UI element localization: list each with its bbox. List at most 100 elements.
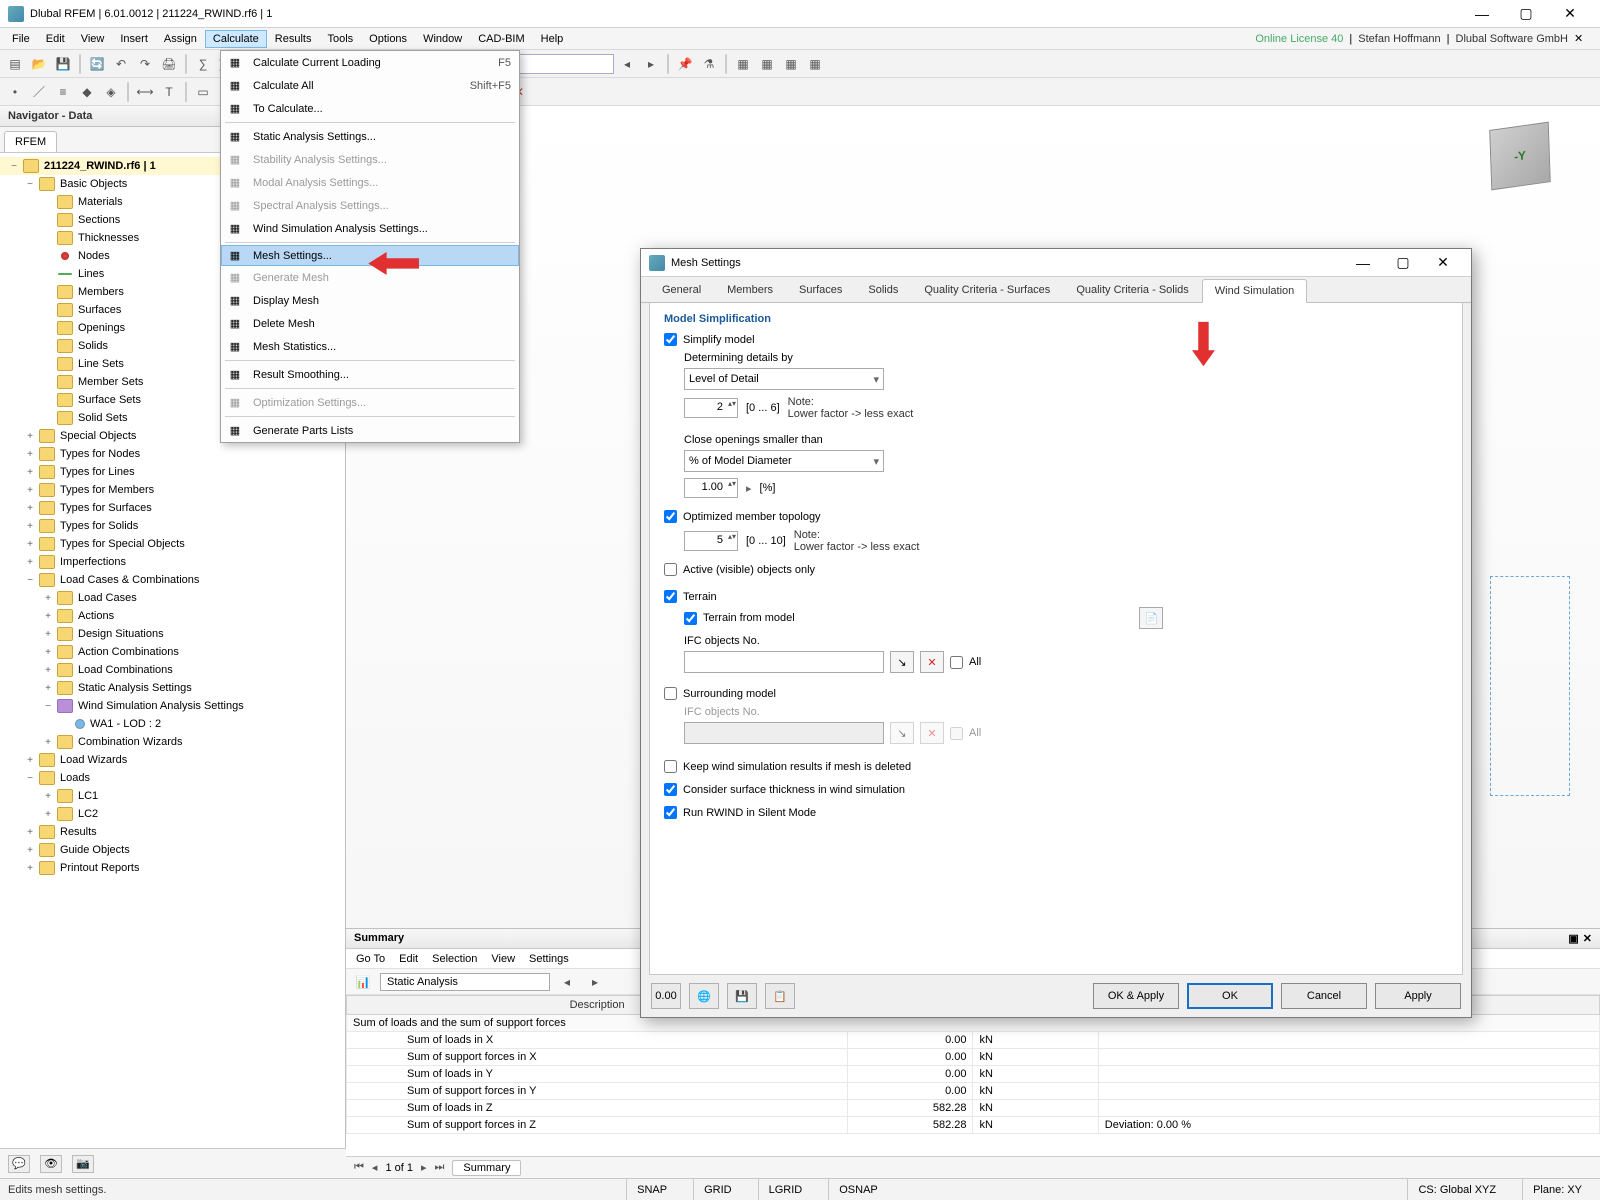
member-tool-icon[interactable]: ≡ bbox=[52, 81, 74, 103]
menu-assign[interactable]: Assign bbox=[156, 30, 205, 48]
dialog-maximize-icon[interactable]: ▢ bbox=[1383, 249, 1423, 277]
open-icon[interactable]: 📂 bbox=[28, 53, 50, 75]
calc-menu-item[interactable]: ▦Calculate Current LoadingF5 bbox=[221, 51, 519, 74]
nav-lcc[interactable]: Load Cases & Combinations bbox=[58, 574, 199, 586]
nav-basic-item[interactable]: Surface Sets bbox=[76, 394, 141, 406]
nav-basic-item[interactable]: Materials bbox=[76, 196, 123, 208]
status-snap[interactable]: SNAP bbox=[626, 1179, 677, 1200]
terrain-new-icon[interactable]: 📄 bbox=[1139, 607, 1163, 629]
surface-tool-icon[interactable]: ◆ bbox=[76, 81, 98, 103]
chk-surrounding-model[interactable] bbox=[664, 687, 677, 700]
calc-menu-item[interactable]: ▦Display Mesh bbox=[221, 289, 519, 312]
menu-calculate[interactable]: Calculate bbox=[205, 30, 267, 48]
chk-silent-mode[interactable] bbox=[664, 806, 677, 819]
menu-options[interactable]: Options bbox=[361, 30, 415, 48]
nav-project[interactable]: 211224_RWIND.rf6 | 1 bbox=[42, 160, 156, 172]
tab-surfaces[interactable]: Surfaces bbox=[786, 278, 855, 302]
nav-basic-item[interactable]: Line Sets bbox=[76, 358, 124, 370]
pager-first-icon[interactable]: ⏮ bbox=[354, 1161, 364, 1174]
btn-ok[interactable]: OK bbox=[1187, 983, 1273, 1009]
nav-types-item[interactable]: Types for Members bbox=[58, 484, 154, 496]
nav-basic-item[interactable]: Lines bbox=[76, 268, 104, 280]
nav-types-item[interactable]: Types for Lines bbox=[58, 466, 135, 478]
calc-icon[interactable]: ∑ bbox=[192, 53, 214, 75]
tab-qc-solids[interactable]: Quality Criteria - Solids bbox=[1063, 278, 1201, 302]
grid-c-icon[interactable]: ▦ bbox=[780, 53, 802, 75]
pin-icon[interactable]: 📌 bbox=[674, 53, 696, 75]
nav-types-item[interactable]: Types for Solids bbox=[58, 520, 138, 532]
nav-lc1[interactable]: LC1 bbox=[76, 790, 98, 802]
pick-icon[interactable]: ↘ bbox=[890, 651, 914, 673]
nav-basic-objects[interactable]: Basic Objects bbox=[58, 178, 127, 190]
nav-tail-item[interactable]: Results bbox=[58, 826, 97, 838]
sum-menu-goto[interactable]: Go To bbox=[356, 953, 385, 965]
menu-insert[interactable]: Insert bbox=[112, 30, 156, 48]
chk-consider-thickness[interactable] bbox=[664, 783, 677, 796]
menu-view[interactable]: View bbox=[73, 30, 113, 48]
pager-prev-icon[interactable]: ◂ bbox=[372, 1161, 378, 1174]
pager-last-icon[interactable]: ⏭ bbox=[435, 1161, 445, 1174]
menu-window[interactable]: Window bbox=[415, 30, 470, 48]
undo-icon[interactable]: ↶ bbox=[110, 53, 132, 75]
nav-wind-child[interactable]: WA1 - LOD : 2 bbox=[88, 718, 161, 730]
calc-menu-item[interactable]: ▦Mesh Statistics... bbox=[221, 335, 519, 358]
sum-menu-settings[interactable]: Settings bbox=[529, 953, 569, 965]
foot-save-icon[interactable]: 💾 bbox=[727, 983, 757, 1009]
clear-icon[interactable]: ✕ bbox=[920, 651, 944, 673]
select-icon[interactable]: ▭ bbox=[192, 81, 214, 103]
menu-results[interactable]: Results bbox=[267, 30, 320, 48]
chk-active-only[interactable] bbox=[664, 563, 677, 576]
minimize-button[interactable]: — bbox=[1460, 0, 1504, 28]
dim-tool-icon[interactable]: ⟷ bbox=[134, 81, 156, 103]
menu-edit[interactable]: Edit bbox=[38, 30, 73, 48]
nav-types-item[interactable]: Types for Surfaces bbox=[58, 502, 152, 514]
chk-terrain[interactable] bbox=[664, 590, 677, 603]
sum-analysis-select[interactable]: Static Analysis bbox=[380, 973, 550, 991]
nav-tail-item[interactable]: Printout Reports bbox=[58, 862, 139, 874]
nav-wind-settings[interactable]: Wind Simulation Analysis Settings bbox=[76, 700, 244, 712]
solid-tool-icon[interactable]: ◈ bbox=[100, 81, 122, 103]
grid-d-icon[interactable]: ▦ bbox=[804, 53, 826, 75]
status-lgrid[interactable]: LGRID bbox=[758, 1179, 813, 1200]
foot-import-icon[interactable]: 🌐 bbox=[689, 983, 719, 1009]
pager-next-icon[interactable]: ▸ bbox=[421, 1161, 427, 1174]
btn-cancel[interactable]: Cancel bbox=[1281, 983, 1367, 1009]
spin-pct[interactable]: 1.00▴▾ bbox=[684, 478, 738, 498]
line-tool-icon[interactable]: ／ bbox=[28, 81, 50, 103]
foot-units-icon[interactable]: 0.00 bbox=[651, 983, 681, 1009]
sum-menu-view[interactable]: View bbox=[491, 953, 515, 965]
save-icon[interactable]: 💾 bbox=[52, 53, 74, 75]
redo-icon[interactable]: ↷ bbox=[134, 53, 156, 75]
calc-menu-item[interactable]: ▦To Calculate... bbox=[221, 97, 519, 120]
msg-icon[interactable]: 💬 bbox=[8, 1155, 30, 1173]
maximize-button[interactable]: ▢ bbox=[1504, 0, 1548, 28]
btn-apply[interactable]: Apply bbox=[1375, 983, 1461, 1009]
nav-cube[interactable] bbox=[1490, 126, 1570, 206]
menu-tools[interactable]: Tools bbox=[319, 30, 361, 48]
nav-lcc-item[interactable]: Design Situations bbox=[76, 628, 164, 640]
calc-menu-item[interactable]: ▦Calculate AllShift+F5 bbox=[221, 74, 519, 97]
nav-basic-item[interactable]: Solids bbox=[76, 340, 108, 352]
nav-basic-item[interactable]: Solid Sets bbox=[76, 412, 128, 424]
tab-general[interactable]: General bbox=[649, 278, 714, 302]
nav-tab-rfem[interactable]: RFEM bbox=[4, 131, 57, 152]
chk-optimized-topology[interactable] bbox=[664, 510, 677, 523]
sum-next-icon[interactable]: ▸ bbox=[584, 971, 606, 993]
grid-a-icon[interactable]: ▦ bbox=[732, 53, 754, 75]
btn-ok-apply[interactable]: OK & Apply bbox=[1093, 983, 1179, 1009]
chk-all-ifc[interactable] bbox=[950, 656, 963, 669]
pager-tab-summary[interactable]: Summary bbox=[452, 1160, 521, 1176]
tab-wind-simulation[interactable]: Wind Simulation bbox=[1202, 279, 1307, 303]
foot-copy-icon[interactable]: 📋 bbox=[765, 983, 795, 1009]
next-lc-icon[interactable]: ▸ bbox=[640, 53, 662, 75]
nav-load-wizards[interactable]: Load Wizards bbox=[58, 754, 127, 766]
sum-menu-selection[interactable]: Selection bbox=[432, 953, 477, 965]
node-tool-icon[interactable]: • bbox=[4, 81, 26, 103]
nav-lcc-item[interactable]: Static Analysis Settings bbox=[76, 682, 192, 694]
prev-lc-icon[interactable]: ◂ bbox=[616, 53, 638, 75]
nav-tail-item[interactable]: Guide Objects bbox=[58, 844, 130, 856]
inner-close-icon[interactable]: ✕ bbox=[1574, 32, 1596, 45]
dialog-close-icon[interactable]: ✕ bbox=[1423, 249, 1463, 277]
nav-lcc-item[interactable]: Actions bbox=[76, 610, 114, 622]
select-pct-model-diameter[interactable]: % of Model Diameter▾ bbox=[684, 450, 884, 472]
